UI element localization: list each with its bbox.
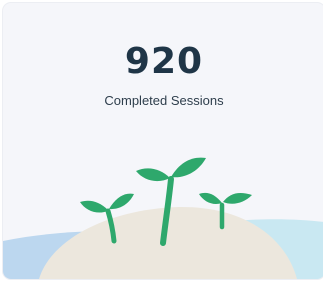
stat-label: Completed Sessions bbox=[104, 93, 224, 108]
stat-value: 920 bbox=[124, 41, 204, 82]
completed-sessions-card: 920 Completed Sessions bbox=[3, 3, 323, 279]
